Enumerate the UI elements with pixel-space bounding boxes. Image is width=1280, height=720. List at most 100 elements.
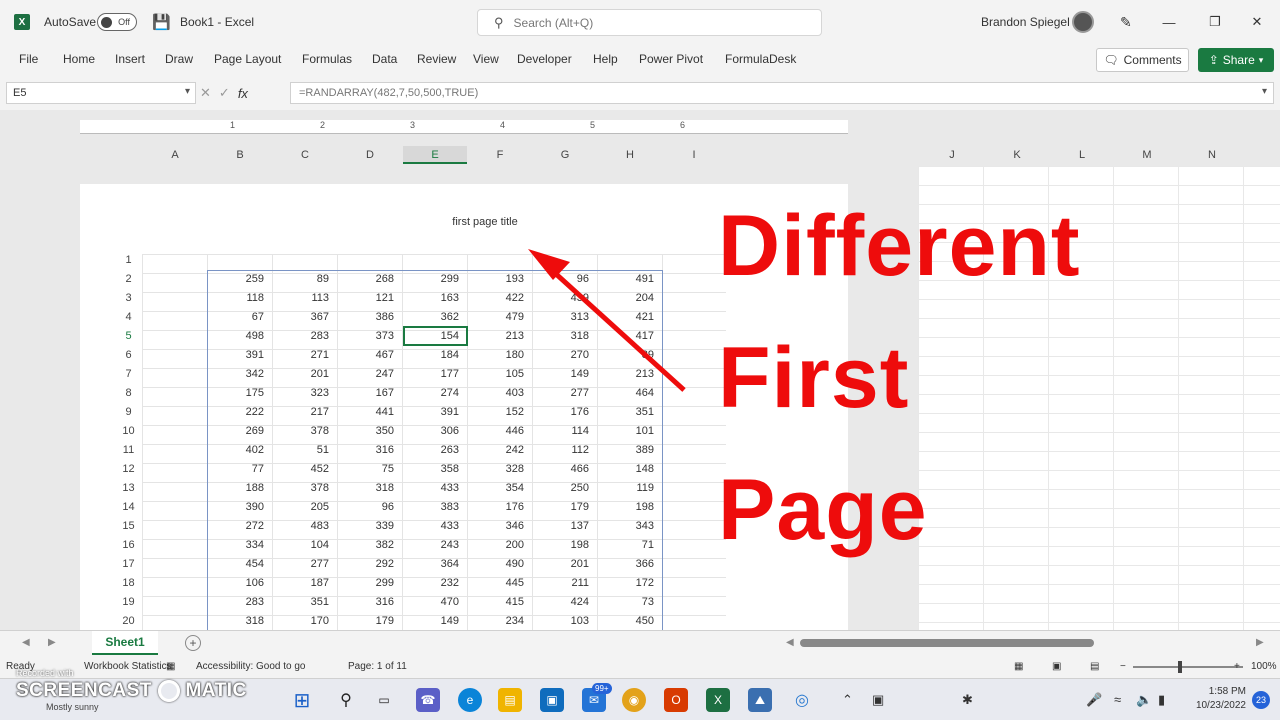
cell[interactable]: 73: [598, 593, 658, 612]
cell[interactable]: 316: [338, 593, 398, 612]
tab-draw[interactable]: Draw: [165, 52, 193, 66]
cell[interactable]: 417: [598, 327, 658, 346]
row-header-2[interactable]: 2: [116, 270, 141, 289]
column-header-g[interactable]: G: [533, 146, 597, 164]
wifi-icon[interactable]: ≈: [1114, 692, 1121, 707]
cell[interactable]: 439: [533, 289, 593, 308]
cell[interactable]: 467: [338, 346, 398, 365]
cell[interactable]: 433: [403, 479, 463, 498]
cell[interactable]: 259: [208, 270, 268, 289]
cell[interactable]: 316: [338, 441, 398, 460]
office-icon[interactable]: O: [664, 688, 688, 712]
prev-sheet-icon[interactable]: ◀: [22, 637, 30, 648]
user-name[interactable]: Brandon Spiegel: [981, 0, 1070, 44]
cell[interactable]: 243: [403, 536, 463, 555]
cell[interactable]: 200: [468, 536, 528, 555]
cell[interactable]: 390: [208, 498, 268, 517]
chevron-down-icon[interactable]: ▾: [185, 86, 190, 97]
bluetooth-icon[interactable]: ✱: [962, 692, 973, 708]
cell[interactable]: 148: [598, 460, 658, 479]
cell[interactable]: 498: [208, 327, 268, 346]
cell[interactable]: 213: [598, 365, 658, 384]
cell[interactable]: 152: [468, 403, 528, 422]
teams-icon[interactable]: ☎: [416, 688, 440, 712]
cell[interactable]: 104: [273, 536, 333, 555]
next-sheet-icon[interactable]: ▶: [48, 637, 56, 648]
cell[interactable]: 263: [403, 441, 463, 460]
row-header-7[interactable]: 7: [116, 365, 141, 384]
cell[interactable]: 204: [598, 289, 658, 308]
name-box[interactable]: E5 ▾: [6, 82, 196, 104]
cell[interactable]: 350: [338, 422, 398, 441]
zoom-out-icon[interactable]: −: [1120, 661, 1126, 672]
row-header-11[interactable]: 11: [116, 441, 141, 460]
cell[interactable]: 382: [338, 536, 398, 555]
cell[interactable]: 232: [403, 574, 463, 593]
tab-power-pivot[interactable]: Power Pivot: [639, 52, 703, 66]
user-avatar[interactable]: [1072, 0, 1094, 44]
tab-data[interactable]: Data: [372, 52, 397, 66]
tab-page-layout[interactable]: Page Layout: [214, 52, 281, 66]
cell[interactable]: 464: [598, 384, 658, 403]
cell[interactable]: 201: [533, 555, 593, 574]
cell[interactable]: 466: [533, 460, 593, 479]
column-header-c[interactable]: C: [273, 146, 337, 164]
restore-button[interactable]: ❐: [1192, 0, 1238, 44]
cell[interactable]: 172: [598, 574, 658, 593]
cell[interactable]: 222: [208, 403, 268, 422]
cell[interactable]: 167: [338, 384, 398, 403]
cell[interactable]: 452: [273, 460, 333, 479]
scroll-left-icon[interactable]: ◀: [786, 637, 794, 648]
cell[interactable]: 179: [533, 498, 593, 517]
screencast-icon[interactable]: ◎: [790, 688, 814, 712]
column-header-i[interactable]: I: [662, 146, 726, 164]
row-header-10[interactable]: 10: [116, 422, 141, 441]
zoom-in-icon[interactable]: +: [1234, 661, 1240, 672]
row-header-1[interactable]: 1: [116, 251, 141, 270]
cell[interactable]: 188: [208, 479, 268, 498]
minimize-button[interactable]: —: [1146, 0, 1192, 44]
column-header-k[interactable]: K: [985, 146, 1049, 164]
task-view-icon[interactable]: ▭: [372, 688, 396, 712]
edge-icon[interactable]: e: [458, 688, 482, 712]
start-icon[interactable]: ⊞: [290, 688, 314, 712]
row-header-9[interactable]: 9: [116, 403, 141, 422]
cell[interactable]: 306: [403, 422, 463, 441]
cell[interactable]: 318: [208, 612, 268, 630]
column-header-l[interactable]: L: [1050, 146, 1114, 164]
cell[interactable]: 491: [598, 270, 658, 289]
cell[interactable]: 114: [533, 422, 593, 441]
cell[interactable]: 201: [273, 365, 333, 384]
column-header-j[interactable]: J: [920, 146, 984, 164]
row-header-17[interactable]: 17: [116, 555, 141, 574]
tab-file[interactable]: File: [19, 52, 38, 66]
cell[interactable]: 271: [273, 346, 333, 365]
cell[interactable]: 51: [273, 441, 333, 460]
store-icon[interactable]: ▣: [540, 688, 564, 712]
cell[interactable]: 391: [403, 403, 463, 422]
mic-icon[interactable]: 🎤: [1086, 692, 1102, 708]
cell[interactable]: 367: [273, 308, 333, 327]
cell[interactable]: 71: [598, 536, 658, 555]
battery-icon[interactable]: ▮: [1158, 692, 1165, 708]
column-header-e[interactable]: E: [403, 146, 467, 164]
comments-button[interactable]: 🗨 Comments: [1096, 48, 1189, 72]
cell[interactable]: 96: [533, 270, 593, 289]
cell[interactable]: 96: [338, 498, 398, 517]
cell[interactable]: 269: [208, 422, 268, 441]
autosave-toggle[interactable]: Off: [97, 0, 137, 44]
cell[interactable]: 234: [468, 612, 528, 630]
cell[interactable]: 268: [338, 270, 398, 289]
cell[interactable]: 323: [273, 384, 333, 403]
formula-input[interactable]: =RANDARRAY(482,7,50,500,TRUE) ▾: [290, 82, 1274, 104]
cell[interactable]: 299: [338, 574, 398, 593]
cell[interactable]: 378: [273, 422, 333, 441]
file-explorer-icon[interactable]: ▤: [498, 688, 522, 712]
cell[interactable]: 250: [533, 479, 593, 498]
column-header-n[interactable]: N: [1180, 146, 1244, 164]
cancel-icon[interactable]: ✕: [200, 85, 211, 101]
chevron-down-icon[interactable]: ▾: [1262, 86, 1267, 97]
cell[interactable]: 334: [208, 536, 268, 555]
cell[interactable]: 113: [273, 289, 333, 308]
cell[interactable]: 415: [468, 593, 528, 612]
